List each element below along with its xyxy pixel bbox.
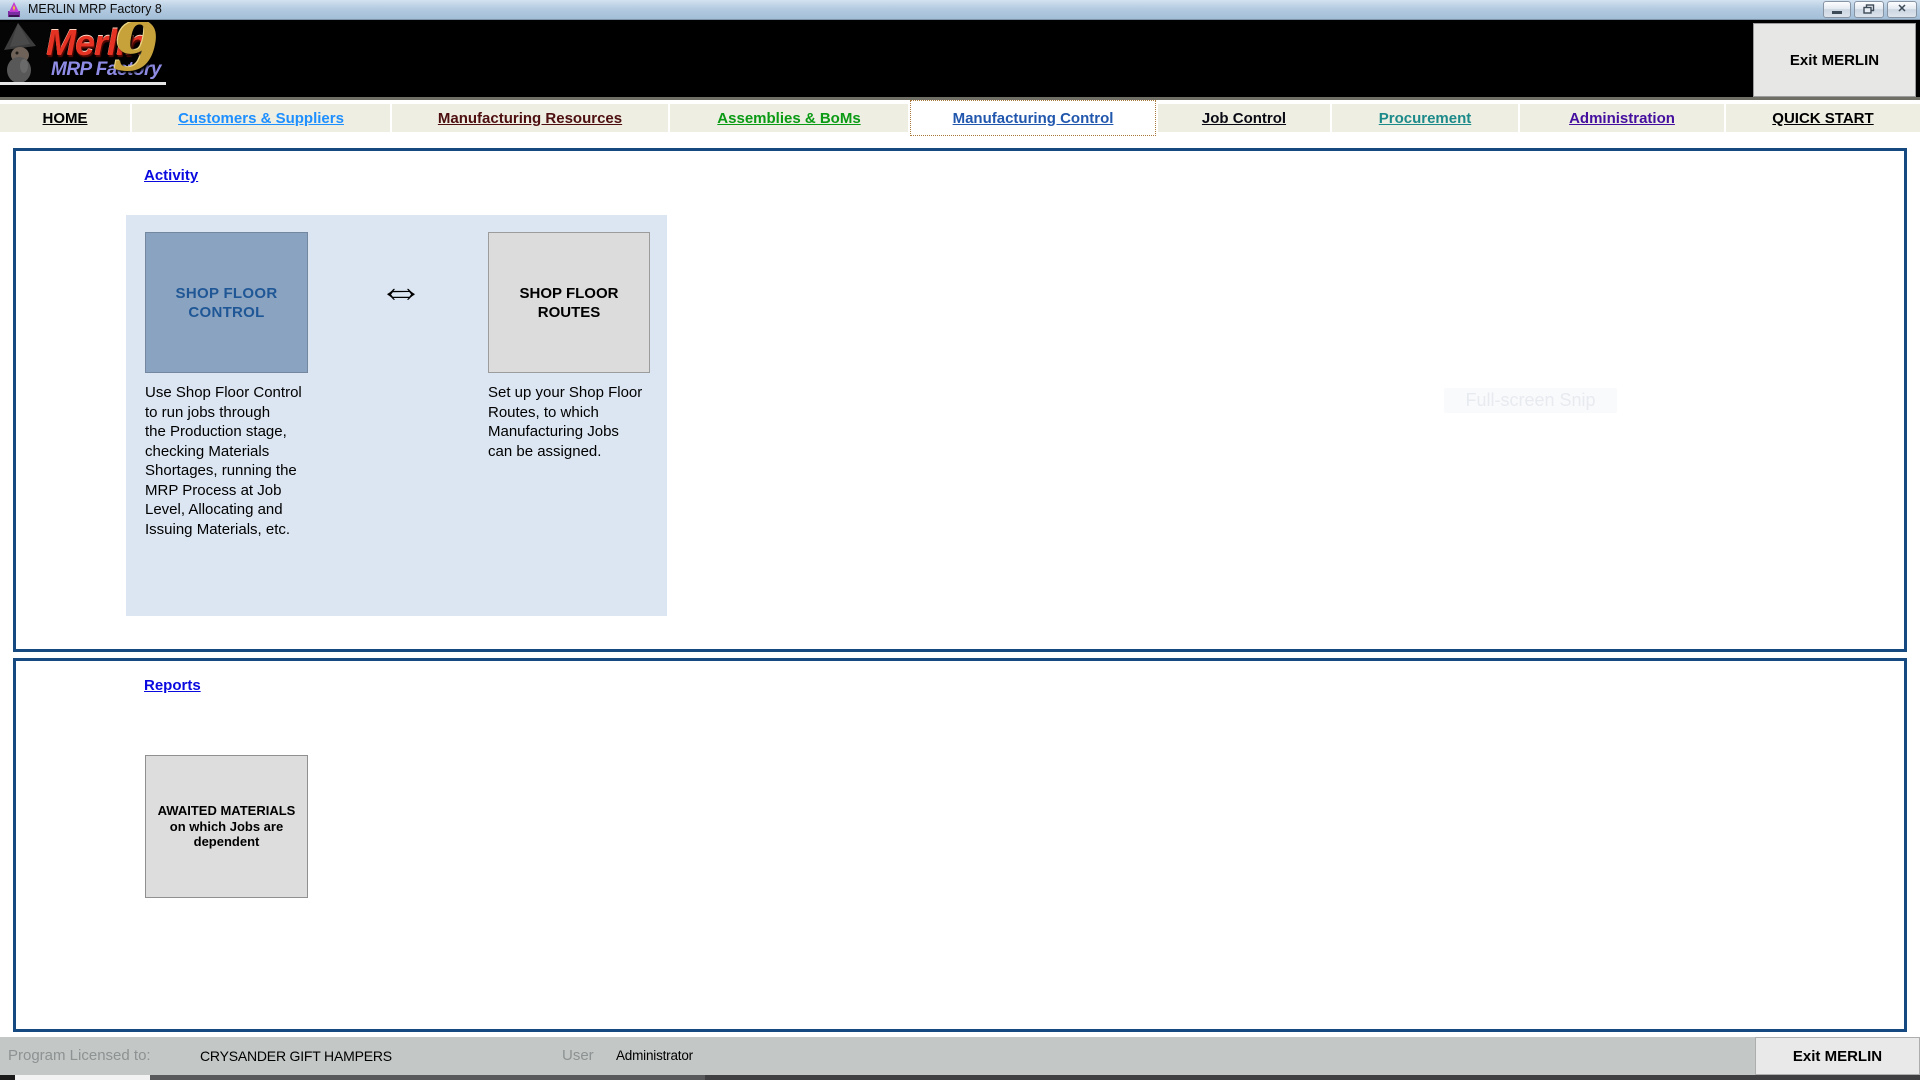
tab-customers-suppliers[interactable]: Customers & Suppliers	[132, 104, 390, 132]
taskbar-edge-strip	[0, 1075, 1920, 1080]
status-footer: Program Licensed to: CRYSANDER GIFT HAMP…	[0, 1037, 1920, 1075]
shop-floor-control-description: Use Shop Floor Control to run jobs throu…	[145, 384, 302, 538]
tab-home[interactable]: HOME	[0, 104, 130, 132]
main-nav-tabs: HOME Customers & Suppliers Manufacturing…	[0, 100, 1920, 140]
user-value: Administrator	[616, 1048, 693, 1063]
app-header: Merlin MRP Factory 9 Exit MERLIN	[0, 20, 1920, 100]
tab-administration[interactable]: Administration	[1520, 104, 1724, 132]
app-window: MERLIN MRP Factory 8 ✕ Merlin MRP Factor…	[0, 0, 1920, 1080]
exit-merlin-button-top[interactable]: Exit MERLIN	[1753, 23, 1916, 97]
logo-version-number: 9	[113, 22, 159, 85]
activity-panel: Activity SHOP FLOOR CONTROL ⇔ SHOP FLOOR…	[13, 148, 1907, 652]
minimize-icon	[1832, 11, 1842, 14]
awaited-materials-button[interactable]: AWAITED MATERIALS on which Jobs are depe…	[145, 755, 308, 898]
shop-floor-routes-button[interactable]: SHOP FLOOR ROUTES	[488, 232, 650, 373]
restore-button[interactable]	[1854, 1, 1884, 18]
tab-procurement[interactable]: Procurement	[1332, 104, 1518, 132]
close-button[interactable]: ✕	[1887, 1, 1917, 18]
tab-manufacturing-control[interactable]: Manufacturing Control	[910, 100, 1156, 136]
exit-merlin-button-bottom[interactable]: Exit MERLIN	[1755, 1037, 1920, 1075]
window-title: MERLIN MRP Factory 8	[28, 2, 162, 16]
tab-quick-start[interactable]: QUICK START	[1726, 104, 1920, 132]
merlin-logo: Merlin MRP Factory 9	[0, 22, 166, 85]
double-arrow-icon: ⇔	[378, 264, 424, 316]
shop-floor-control-button[interactable]: SHOP FLOOR CONTROL	[145, 232, 308, 373]
licensed-to-value: CRYSANDER GIFT HAMPERS	[200, 1048, 392, 1064]
app-wizard-icon	[8, 2, 20, 17]
activity-link[interactable]: Activity	[144, 167, 198, 184]
close-icon: ✕	[1897, 3, 1907, 15]
tab-manufacturing-resources[interactable]: Manufacturing Resources	[392, 104, 668, 132]
shop-floor-routes-description: Set up your Shop Floor Routes, to which …	[488, 384, 643, 460]
fullscreen-snip-ghost-text: Full-screen Snip	[1444, 388, 1617, 413]
reports-link[interactable]: Reports	[144, 677, 201, 694]
merlin-wizard-image	[0, 22, 50, 82]
user-label: User	[562, 1047, 594, 1064]
window-titlebar: MERLIN MRP Factory 8 ✕	[0, 0, 1920, 20]
reports-panel: Reports AWAITED MATERIALS on which Jobs …	[13, 658, 1907, 1032]
shop-floor-group-box: SHOP FLOOR CONTROL ⇔ SHOP FLOOR ROUTES U…	[126, 215, 667, 616]
tab-job-control[interactable]: Job Control	[1158, 104, 1330, 132]
restore-icon	[1863, 4, 1875, 14]
tab-assemblies-boms[interactable]: Assemblies & BoMs	[670, 104, 908, 132]
minimize-button[interactable]	[1823, 1, 1851, 18]
licensed-to-label: Program Licensed to:	[8, 1047, 151, 1064]
